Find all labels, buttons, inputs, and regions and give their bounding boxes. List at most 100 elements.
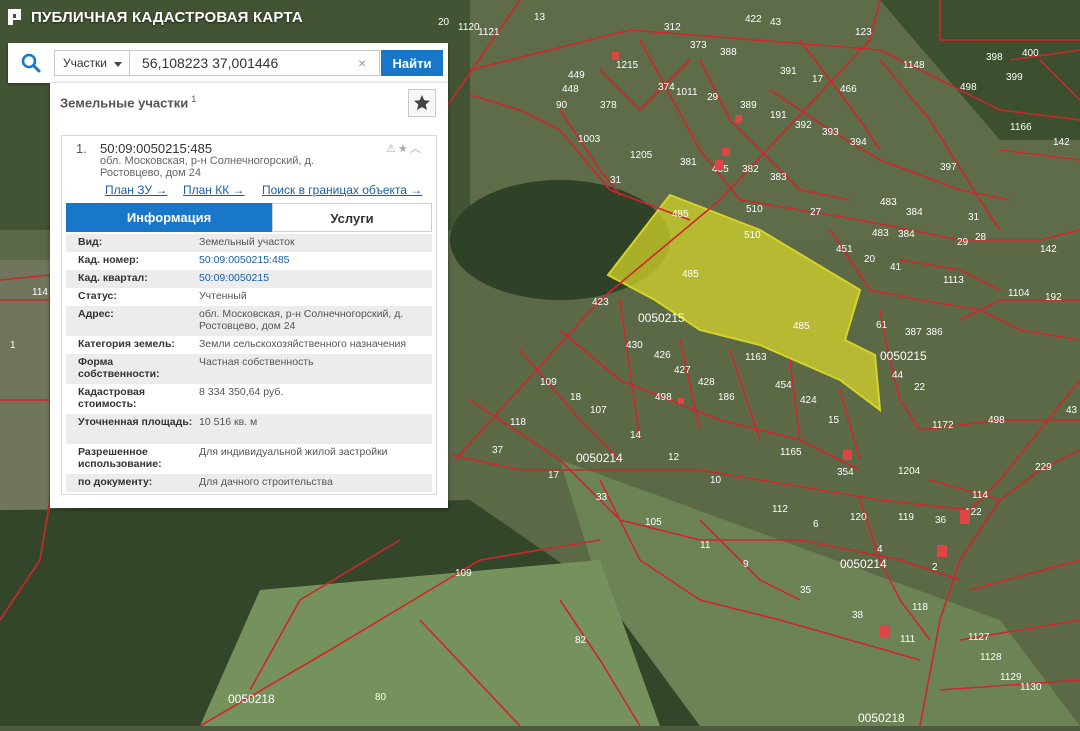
svg-text:1121: 1121 [478, 27, 500, 38]
svg-text:449: 449 [568, 70, 585, 81]
svg-text:31: 31 [968, 212, 980, 223]
svg-text:1: 1 [10, 340, 16, 351]
svg-text:6: 6 [813, 519, 819, 530]
svg-text:22: 22 [914, 382, 926, 393]
svg-text:483: 483 [872, 228, 889, 239]
plan-kk-link[interactable]: План КК → [183, 183, 245, 197]
svg-text:448: 448 [562, 84, 579, 95]
svg-text:229: 229 [1035, 462, 1052, 473]
svg-text:111: 111 [900, 634, 916, 645]
field-value: Земли сельскохозяйственного назначения [199, 338, 407, 350]
chevron-up-icon[interactable]: ︿ [410, 143, 423, 155]
svg-text:454: 454 [775, 380, 792, 391]
svg-text:0050215: 0050215 [638, 311, 685, 325]
svg-text:33: 33 [596, 492, 608, 503]
svg-text:44: 44 [892, 370, 904, 381]
svg-text:11: 11 [700, 540, 711, 551]
info-row: Адрес: обл. Московская, р-н Солнечногорс… [66, 306, 432, 336]
info-row: Статус: Учтенный [66, 288, 432, 306]
svg-text:386: 386 [926, 327, 943, 338]
svg-text:1172: 1172 [932, 420, 954, 431]
search-type-select[interactable]: Участки [54, 50, 130, 76]
svg-text:1205: 1205 [630, 150, 653, 161]
svg-text:191: 191 [770, 110, 787, 121]
svg-text:1166: 1166 [1010, 122, 1032, 133]
svg-text:15: 15 [828, 415, 840, 426]
results-panel: Земельные участки 1 1. 50:09:0050215:485 … [50, 83, 448, 508]
svg-text:109: 109 [540, 377, 557, 388]
result-address: обл. Московская, р-н Солнечногорский, д.… [100, 155, 314, 179]
field-label: по документу: [78, 476, 153, 488]
svg-text:43: 43 [1066, 405, 1078, 416]
svg-text:4: 4 [877, 544, 883, 555]
svg-text:510: 510 [744, 230, 761, 241]
favorite-button[interactable] [408, 89, 436, 117]
field-value-link[interactable]: 50:09:0050215:485 [199, 254, 429, 266]
tab-information[interactable]: Информация [66, 203, 272, 232]
svg-text:392: 392 [795, 120, 812, 131]
svg-text:1204: 1204 [898, 466, 921, 477]
tab-services[interactable]: Услуги [272, 203, 432, 232]
svg-text:498: 498 [960, 82, 977, 93]
svg-text:1127: 1127 [968, 632, 990, 643]
svg-text:1011: 1011 [676, 87, 698, 98]
svg-text:37: 37 [492, 445, 504, 456]
svg-text:1130: 1130 [1020, 682, 1042, 693]
svg-text:384: 384 [906, 207, 923, 218]
warning-icon[interactable]: ⚠ [386, 143, 398, 155]
plan-zu-link[interactable]: План ЗУ → [105, 183, 167, 197]
svg-text:0050218: 0050218 [228, 692, 275, 706]
result-tabs: Информация Услуги [66, 203, 432, 233]
info-row: по документу: Для дачного строительства [66, 474, 432, 492]
svg-text:1120: 1120 [458, 22, 480, 33]
svg-text:192: 192 [1045, 292, 1062, 303]
clear-icon[interactable]: × [358, 55, 366, 71]
svg-text:466: 466 [840, 84, 857, 95]
svg-text:485: 485 [672, 209, 689, 220]
panel-title: Земельные участки 1 [60, 94, 196, 110]
field-value: Частная собственность [199, 356, 314, 368]
svg-text:1003: 1003 [578, 134, 601, 145]
svg-text:0050214: 0050214 [576, 451, 623, 465]
svg-text:2: 2 [932, 562, 938, 573]
info-row: Вид: Земельный участок [66, 234, 432, 252]
field-value: Земельный участок [199, 236, 295, 248]
field-value-link[interactable]: 50:09:0050215 [199, 272, 429, 284]
search-bar: Участки × Найти [8, 43, 448, 83]
svg-text:0050218: 0050218 [858, 711, 905, 725]
result-cad-number[interactable]: 50:09:0050215:485 [100, 141, 212, 156]
top-bar: ПУБЛИЧНАЯ КАДАСТРОВАЯ КАРТА [0, 0, 450, 36]
svg-text:28: 28 [975, 232, 987, 243]
svg-text:387: 387 [905, 327, 922, 338]
svg-text:35: 35 [800, 585, 812, 596]
field-value: Учтенный [199, 290, 247, 302]
svg-text:118: 118 [510, 417, 526, 428]
svg-text:1165: 1165 [780, 447, 802, 458]
field-value: Для дачного строительства [199, 476, 333, 488]
svg-text:400: 400 [1022, 48, 1039, 59]
svg-text:378: 378 [600, 100, 617, 111]
results-count: 1 [191, 94, 197, 104]
svg-text:1128: 1128 [980, 652, 1002, 663]
field-label: Кад. номер: [78, 254, 140, 266]
svg-text:354: 354 [837, 467, 854, 478]
find-button[interactable]: Найти [381, 50, 443, 76]
search-bounds-link[interactable]: Поиск в границах объекта → [262, 183, 422, 197]
star-outline-icon[interactable]: ★ [398, 143, 410, 155]
svg-text:394: 394 [850, 137, 867, 148]
svg-text:82: 82 [575, 635, 587, 646]
svg-text:1215: 1215 [616, 60, 639, 71]
svg-text:498: 498 [988, 415, 1005, 426]
coordinates-input[interactable] [130, 50, 380, 76]
svg-text:382: 382 [742, 164, 759, 175]
svg-text:427: 427 [674, 365, 691, 376]
search-icon[interactable] [20, 52, 42, 74]
svg-text:389: 389 [740, 100, 757, 111]
svg-text:17: 17 [812, 74, 824, 85]
svg-text:61: 61 [876, 320, 888, 331]
svg-text:384: 384 [898, 229, 915, 240]
svg-text:1113: 1113 [943, 275, 964, 286]
svg-text:424: 424 [800, 395, 817, 406]
svg-text:498: 498 [655, 392, 672, 403]
svg-text:105: 105 [645, 517, 662, 528]
